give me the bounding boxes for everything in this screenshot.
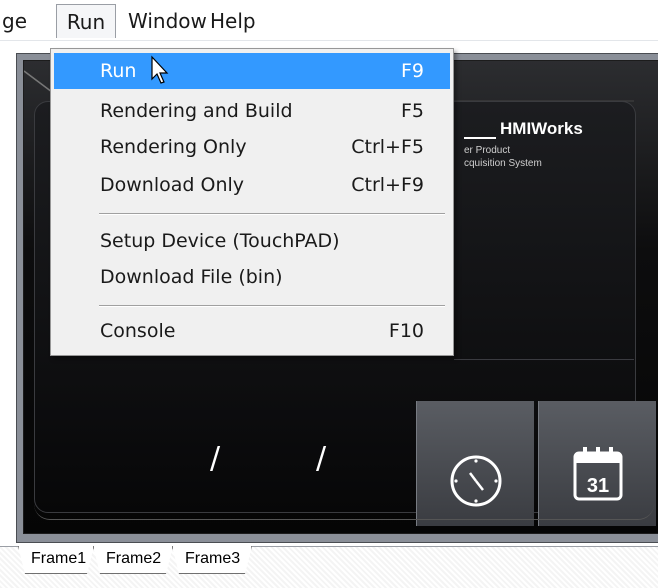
brand-subtitle-line1: er Product bbox=[464, 145, 511, 156]
menu-item-label: Run bbox=[100, 60, 137, 82]
menu-item-label: Console bbox=[100, 320, 176, 342]
menu-item-label: Rendering Only bbox=[100, 136, 247, 158]
menu-item-shortcut: Ctrl+F9 bbox=[351, 174, 424, 196]
menu-item-shortcut: Ctrl+F5 bbox=[351, 136, 424, 158]
menu-item-label: Download File (bin) bbox=[100, 266, 283, 288]
menu-separator bbox=[99, 213, 445, 215]
clock-icon bbox=[450, 455, 502, 507]
menu-page[interactable]: ge bbox=[0, 4, 31, 38]
menu-item-rendering-only[interactable]: Rendering Only Ctrl+F5 bbox=[54, 129, 450, 165]
divider bbox=[454, 359, 634, 360]
calendar-icon: 31 bbox=[573, 447, 623, 501]
brand-line bbox=[464, 137, 496, 139]
clock-tile[interactable] bbox=[416, 401, 534, 526]
menu-item-shortcut: F10 bbox=[388, 320, 424, 342]
date-separator: / bbox=[210, 441, 221, 476]
tab-frame3[interactable]: Frame3 bbox=[172, 546, 252, 574]
tab-frame1[interactable]: Frame1 bbox=[18, 546, 94, 574]
menu-item-label: Rendering and Build bbox=[100, 100, 293, 122]
menu-bar: ge Run Window Help bbox=[0, 0, 658, 41]
brand-subtitle-line2: cquisition System bbox=[464, 158, 542, 169]
brand-title: HMIWorks bbox=[500, 119, 583, 138]
menu-item-shortcut: F5 bbox=[400, 100, 424, 122]
menu-item-label: Setup Device (TouchPAD) bbox=[100, 230, 340, 252]
menu-item-download-file[interactable]: Download File (bin) bbox=[54, 259, 450, 295]
run-dropdown-menu: Run F9 Rendering and Build F5 Rendering … bbox=[50, 48, 454, 356]
menu-window[interactable]: Window bbox=[124, 4, 211, 38]
mouse-cursor-icon bbox=[151, 55, 169, 84]
menu-item-run[interactable]: Run F9 bbox=[54, 53, 450, 89]
menu-run[interactable]: Run bbox=[56, 4, 116, 38]
calendar-tile[interactable]: 31 bbox=[538, 401, 656, 526]
menu-separator bbox=[99, 305, 445, 307]
menu-item-download-only[interactable]: Download Only Ctrl+F9 bbox=[54, 167, 450, 203]
menu-help[interactable]: Help bbox=[206, 4, 260, 38]
menu-item-rendering-and-build[interactable]: Rendering and Build F5 bbox=[54, 93, 450, 129]
menu-item-console[interactable]: Console F10 bbox=[54, 313, 450, 349]
date-separator: / bbox=[316, 441, 327, 476]
menu-item-setup-device[interactable]: Setup Device (TouchPAD) bbox=[54, 223, 450, 259]
menu-item-shortcut: F9 bbox=[400, 60, 424, 82]
frame-tab-bar: Frame1 Frame2 Frame3 bbox=[0, 546, 658, 588]
menu-item-label: Download Only bbox=[100, 174, 245, 196]
tab-frame2[interactable]: Frame2 bbox=[93, 546, 173, 574]
calendar-day: 31 bbox=[587, 475, 609, 497]
